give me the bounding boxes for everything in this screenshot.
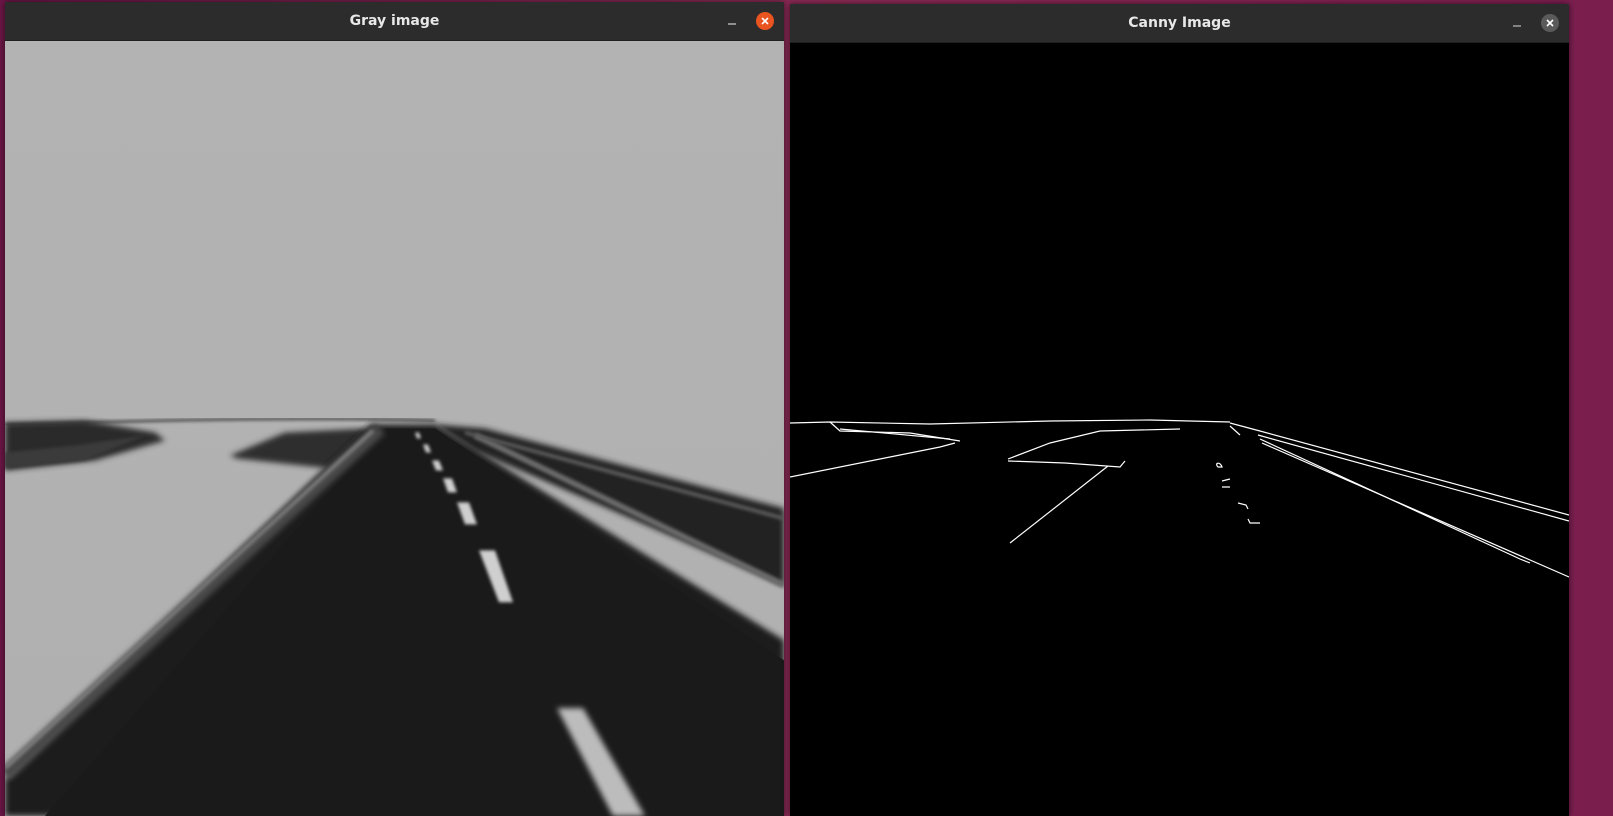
gray-image-canvas: [5, 41, 784, 816]
close-button[interactable]: [756, 12, 774, 30]
canny-image-canvas: [790, 43, 1569, 816]
minimize-button[interactable]: [723, 12, 741, 30]
canny-image-window: Canny Image: [790, 4, 1569, 816]
grayscale-road-image: [5, 41, 784, 816]
window-titlebar[interactable]: Gray image: [5, 2, 784, 41]
close-icon: [1546, 19, 1554, 27]
minimize-button[interactable]: [1508, 14, 1526, 32]
window-title: Canny Image: [1128, 15, 1231, 31]
canny-edges-image: [790, 43, 1569, 816]
minimize-icon: [1513, 25, 1521, 27]
close-icon: [761, 17, 769, 25]
gray-image-window: Gray image: [5, 2, 784, 816]
window-title: Gray image: [349, 13, 440, 29]
minimize-icon: [728, 23, 736, 25]
window-titlebar[interactable]: Canny Image: [790, 4, 1569, 43]
close-button[interactable]: [1541, 14, 1559, 32]
